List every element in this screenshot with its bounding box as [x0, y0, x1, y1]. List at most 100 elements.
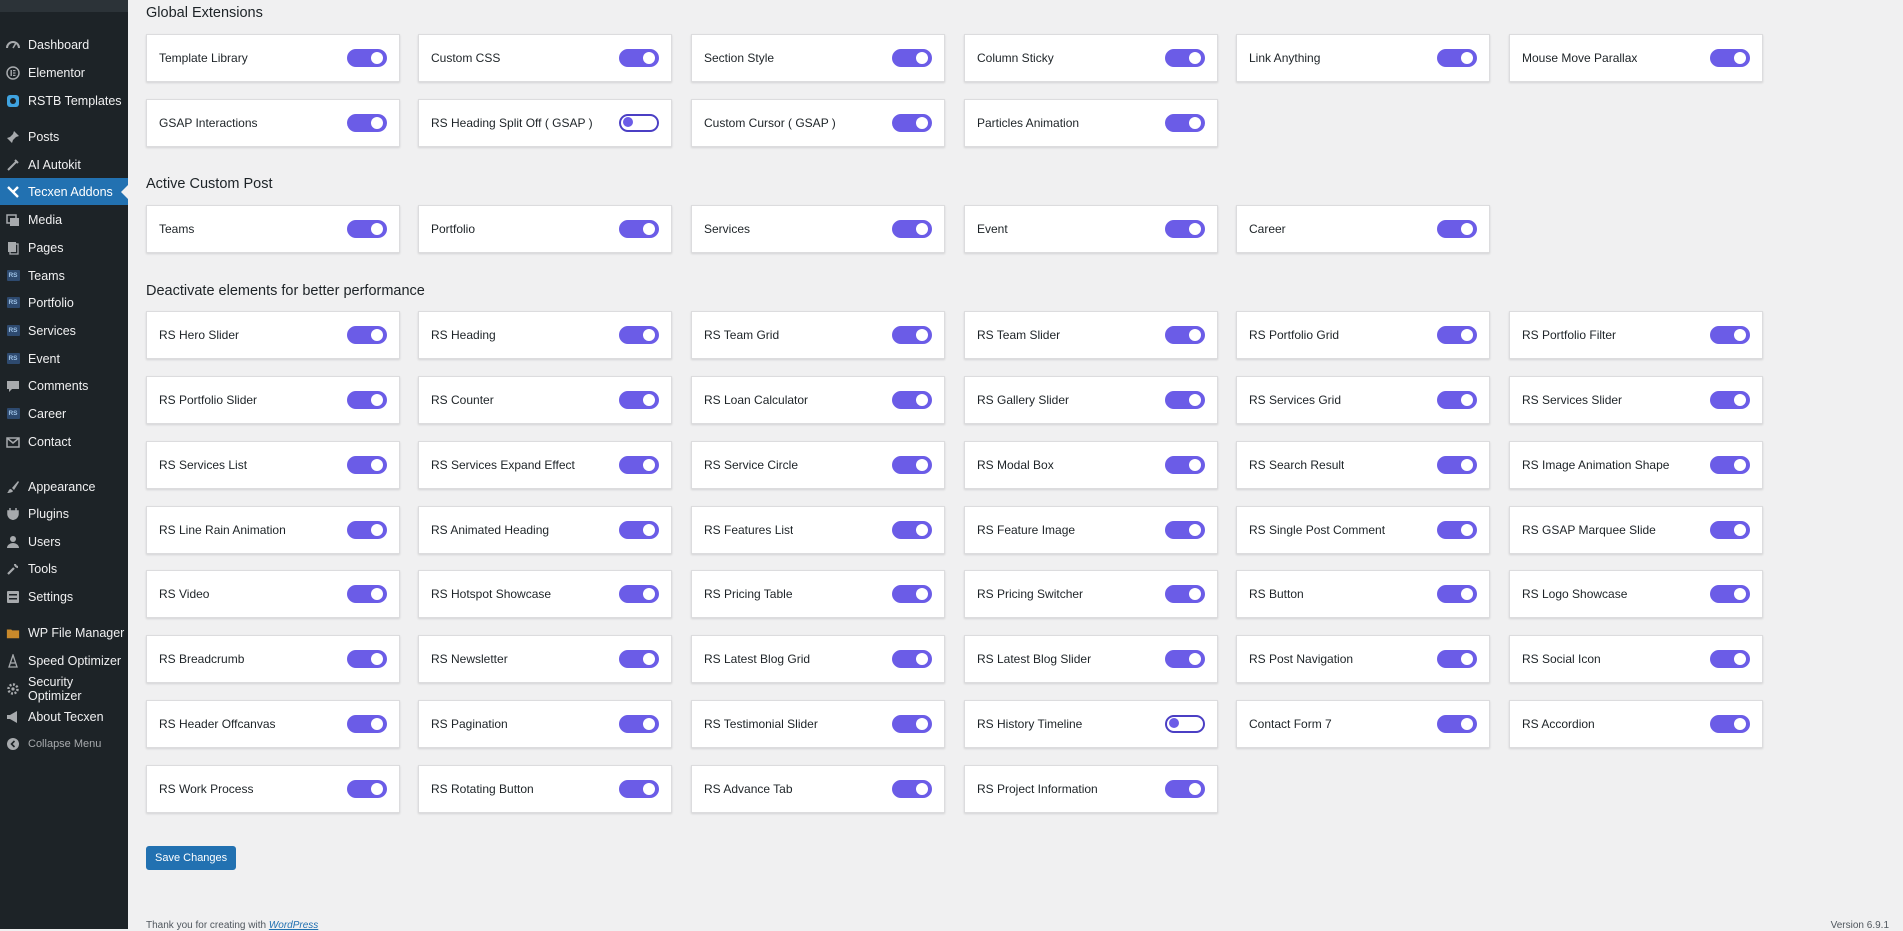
sidebar-item-users[interactable]: Users [0, 528, 128, 555]
toggle-switch[interactable] [1437, 585, 1477, 603]
sidebar-item-collapse-menu[interactable]: Collapse Menu [0, 730, 128, 757]
setting-card: RS Counter [418, 376, 672, 424]
sidebar-item-wp-file-manager[interactable]: WP File Manager [0, 619, 128, 646]
sidebar-item-settings[interactable]: Settings [0, 583, 128, 610]
sidebar-item-security-optimizer[interactable]: Security Optimizer [0, 675, 128, 703]
toggle-switch[interactable] [347, 650, 387, 668]
toggle-switch[interactable] [347, 326, 387, 344]
toggle-switch[interactable] [1710, 49, 1750, 67]
wordpress-link[interactable]: WordPress [269, 920, 318, 931]
toggle-switch[interactable] [1710, 326, 1750, 344]
toggle-switch[interactable] [619, 780, 659, 798]
toggle-switch[interactable] [892, 585, 932, 603]
sidebar-item-dashboard[interactable]: Dashboard [0, 31, 128, 58]
toggle-switch[interactable] [1165, 114, 1205, 132]
toggle-switch[interactable] [619, 49, 659, 67]
sidebar-item-event[interactable]: RS Event [0, 345, 128, 372]
toggle-switch[interactable] [347, 114, 387, 132]
toggle-switch[interactable] [1437, 650, 1477, 668]
toggle-switch[interactable] [347, 391, 387, 409]
setting-card: GSAP Interactions [146, 99, 400, 147]
section-title: Active Custom Post [146, 176, 273, 192]
setting-card: Mouse Move Parallax [1509, 34, 1763, 82]
toggle-switch[interactable] [1165, 220, 1205, 238]
toggle-switch[interactable] [892, 391, 932, 409]
setting-label: RS Services Grid [1249, 393, 1342, 407]
toggle-switch[interactable] [892, 49, 932, 67]
toggle-switch[interactable] [1710, 456, 1750, 474]
toggle-switch[interactable] [1165, 650, 1205, 668]
toggle-switch[interactable] [1437, 49, 1477, 67]
toggle-switch[interactable] [347, 780, 387, 798]
sidebar-item-tools[interactable]: Tools [0, 555, 128, 582]
save-changes-button[interactable]: Save Changes [146, 846, 237, 870]
sidebar-item-contact[interactable]: Contact [0, 428, 128, 455]
toggle-switch[interactable] [892, 114, 932, 132]
toggle-switch[interactable] [892, 521, 932, 539]
toggle-switch[interactable] [619, 326, 659, 344]
sidebar-item-teams[interactable]: RS Teams [0, 262, 128, 289]
toggle-switch[interactable] [892, 326, 932, 344]
toggle-switch[interactable] [619, 220, 659, 238]
toggle-switch[interactable] [619, 521, 659, 539]
toggle-switch[interactable] [1165, 780, 1205, 798]
setting-card: RS Hero Slider [146, 311, 400, 359]
setting-card: Career [1236, 205, 1490, 253]
setting-label: RS Rotating Button [431, 782, 534, 796]
toggle-switch[interactable] [347, 521, 387, 539]
sidebar-item-services[interactable]: RS Services [0, 317, 128, 344]
toggle-switch[interactable] [347, 715, 387, 733]
toggle-switch[interactable] [1437, 220, 1477, 238]
toggle-switch[interactable] [1165, 715, 1205, 733]
toggle-switch[interactable] [1437, 326, 1477, 344]
toggle-switch[interactable] [892, 780, 932, 798]
setting-label: Portfolio [431, 222, 476, 236]
sidebar-item-career[interactable]: RS Career [0, 400, 128, 427]
sidebar-item-elementor[interactable]: Elementor [0, 59, 128, 86]
toggle-switch[interactable] [619, 114, 659, 132]
sidebar-item-about-tecxen[interactable]: About Tecxen [0, 703, 128, 730]
sidebar-item-plugins[interactable]: Plugins [0, 500, 128, 527]
toggle-switch[interactable] [619, 585, 659, 603]
toggle-switch[interactable] [1710, 391, 1750, 409]
sidebar-item-portfolio[interactable]: RS Portfolio [0, 289, 128, 316]
toggle-switch[interactable] [1710, 521, 1750, 539]
sidebar-item-tecxen-addons[interactable]: Tecxen Addons [0, 178, 128, 205]
toggle-switch[interactable] [1437, 391, 1477, 409]
sidebar-item-rstb-templates[interactable]: RSTB Templates [0, 87, 128, 114]
toggle-switch[interactable] [1165, 391, 1205, 409]
toggle-switch[interactable] [619, 715, 659, 733]
toggle-switch[interactable] [892, 650, 932, 668]
sidebar-item-speed-optimizer[interactable]: Speed Optimizer [0, 647, 128, 674]
toggle-knob [371, 653, 383, 665]
toggle-switch[interactable] [1710, 650, 1750, 668]
toggle-switch[interactable] [1165, 585, 1205, 603]
setting-label: RS Team Grid [704, 328, 780, 342]
toggle-switch[interactable] [1437, 456, 1477, 474]
toggle-switch[interactable] [347, 456, 387, 474]
sidebar-item-appearance[interactable]: Appearance [0, 473, 128, 500]
setting-label: Column Sticky [977, 51, 1054, 65]
sidebar-item-posts[interactable]: Posts [0, 123, 128, 150]
toggle-switch[interactable] [892, 456, 932, 474]
toggle-switch[interactable] [892, 220, 932, 238]
toggle-switch[interactable] [1710, 585, 1750, 603]
toggle-switch[interactable] [1437, 715, 1477, 733]
toggle-switch[interactable] [1165, 49, 1205, 67]
toggle-switch[interactable] [347, 49, 387, 67]
toggle-switch[interactable] [347, 220, 387, 238]
toggle-switch[interactable] [1437, 521, 1477, 539]
toggle-switch[interactable] [619, 650, 659, 668]
sidebar-item-comments[interactable]: Comments [0, 372, 128, 399]
toggle-switch[interactable] [1710, 715, 1750, 733]
toggle-switch[interactable] [619, 456, 659, 474]
toggle-switch[interactable] [892, 715, 932, 733]
toggle-switch[interactable] [1165, 521, 1205, 539]
toggle-switch[interactable] [1165, 456, 1205, 474]
sidebar-item-pages[interactable]: Pages [0, 234, 128, 261]
sidebar-item-media[interactable]: Media [0, 206, 128, 233]
toggle-switch[interactable] [619, 391, 659, 409]
toggle-switch[interactable] [1165, 326, 1205, 344]
sidebar-item-ai-autokit[interactable]: AI Autokit [0, 151, 128, 178]
toggle-switch[interactable] [347, 585, 387, 603]
